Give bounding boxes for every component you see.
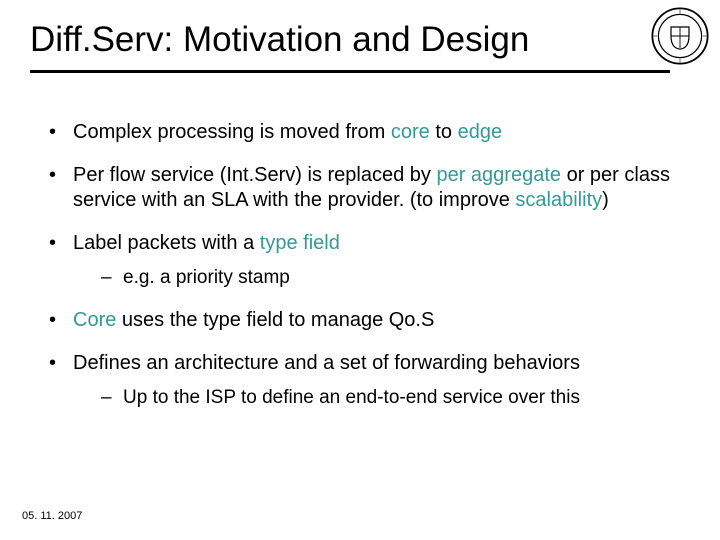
highlight: type field — [260, 232, 340, 254]
sub-bullet: e.g. a priority stamp — [101, 266, 685, 290]
highlight: Core — [73, 309, 116, 331]
sub-bullet: Up to the ISP to define an end-to-end se… — [101, 386, 685, 410]
text: Defines an architecture and a set of for… — [73, 352, 580, 374]
slide-body: Complex processing is moved from core to… — [45, 120, 685, 428]
slide: Diff.Serv: Motivation and Design Complex… — [0, 0, 720, 540]
title-block: Diff.Serv: Motivation and Design — [30, 20, 670, 73]
highlight: per aggregate — [436, 164, 561, 186]
text: uses the type field to manage Qo.S — [116, 309, 434, 331]
bullet-1: Complex processing is moved from core to… — [45, 120, 685, 145]
text: Per flow service (Int.Serv) is replaced … — [73, 164, 436, 186]
highlight: core — [391, 121, 430, 143]
text: to — [430, 121, 458, 143]
text: Complex processing is moved from — [73, 121, 391, 143]
slide-title: Diff.Serv: Motivation and Design — [30, 20, 670, 66]
highlight: scalability — [515, 189, 602, 211]
highlight: edge — [458, 121, 503, 143]
text: ) — [602, 189, 609, 211]
bullet-2: Per flow service (Int.Serv) is replaced … — [45, 163, 685, 213]
text: Label packets with a — [73, 232, 260, 254]
bullet-3: Label packets with a type field e.g. a p… — [45, 231, 685, 290]
footer-date: 05. 11. 2007 — [22, 510, 82, 522]
bullet-4: Core uses the type field to manage Qo.S — [45, 308, 685, 333]
bullet-5: Defines an architecture and a set of for… — [45, 351, 685, 410]
title-underline — [30, 70, 670, 73]
